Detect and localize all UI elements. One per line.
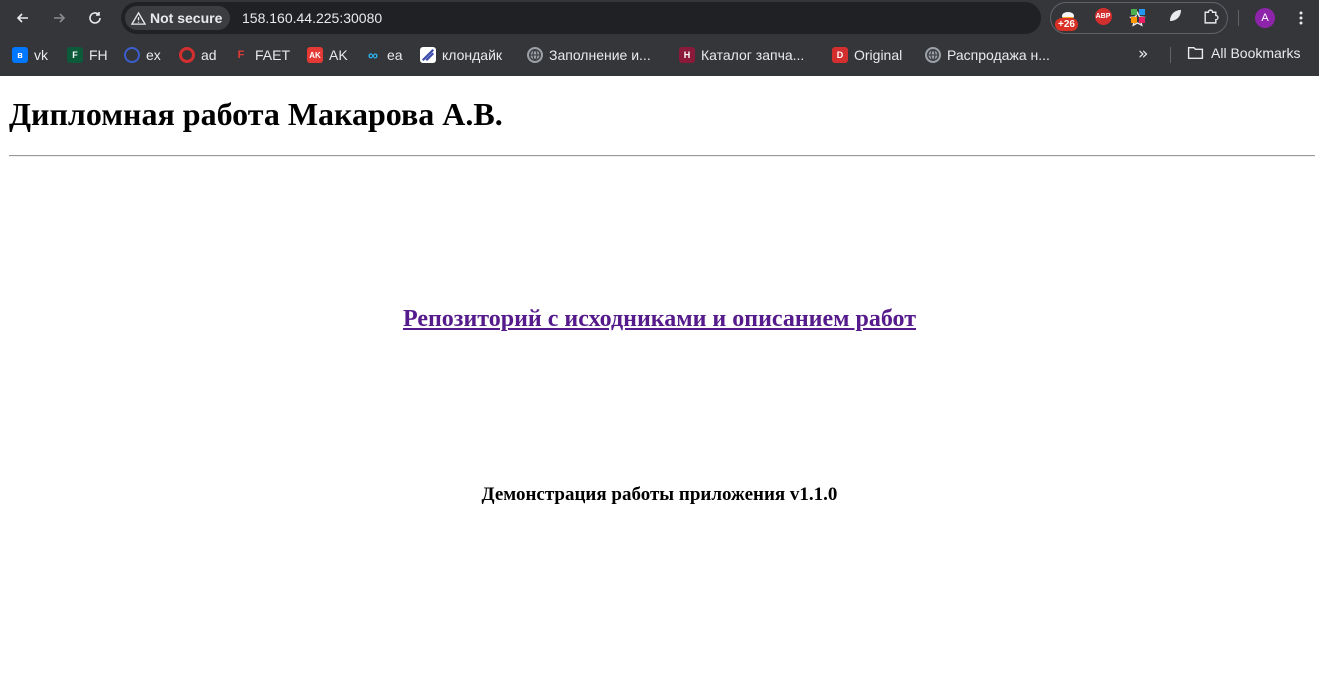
bookmark-ak[interactable]: AK AK — [307, 44, 348, 66]
all-bookmarks-label: All Bookmarks — [1211, 44, 1301, 61]
url-text[interactable]: 158.160.44.225:30080 — [242, 10, 382, 26]
faet-icon: F — [237, 49, 245, 61]
ad-icon — [179, 47, 195, 63]
catalog-icon: H — [679, 47, 695, 63]
bookmark-faet[interactable]: F FAET — [233, 44, 290, 66]
repository-link[interactable]: Репозиторий с исходниками и описанием ра… — [0, 306, 1319, 333]
leaf-icon — [1170, 10, 1181, 21]
globe-icon — [527, 47, 543, 63]
bookmark-label: FH — [89, 47, 108, 63]
bookmark-ea[interactable]: ∞ ea — [365, 44, 403, 66]
arrow-right-icon — [54, 13, 66, 23]
bookmark-sale[interactable]: Распродажа н... — [925, 44, 1050, 66]
profile-avatar[interactable]: A — [1255, 8, 1275, 28]
ex-icon — [124, 47, 140, 63]
bookmark-ad[interactable]: ad — [179, 44, 217, 66]
bookmark-ex[interactable]: ex — [124, 44, 161, 66]
vk-icon: ʙ — [12, 47, 28, 63]
extensions-menu-button[interactable] — [1200, 6, 1220, 26]
more-vert-icon — [1299, 11, 1303, 25]
address-bar[interactable]: Not secure 158.160.44.225:30080 — [121, 2, 1146, 34]
infinity-icon: ∞ — [368, 47, 378, 63]
all-bookmarks-button[interactable]: All Bookmarks — [1187, 44, 1300, 61]
klondike-icon — [420, 47, 436, 63]
adblock-icon: ABP — [1094, 7, 1112, 25]
bookmark-label: ex — [146, 47, 161, 63]
folder-icon — [1187, 47, 1204, 60]
bookmark-original[interactable]: D Original — [832, 44, 902, 66]
demo-version-text: Демонстрация работы приложения v1.1.0 — [481, 484, 838, 505]
bookmark-vk[interactable]: ʙ vk — [12, 44, 48, 66]
grid-extension-icon — [1131, 9, 1145, 23]
bookmark-label: FAET — [255, 47, 291, 63]
bookmark-label: клондайк — [442, 47, 503, 63]
bookmarks-bar: ʙ vk F FH ex ad F FAET AK AK ∞ ea клонда… — [0, 40, 1319, 70]
globe-icon — [925, 47, 941, 63]
security-label: Not secure — [150, 10, 223, 26]
back-button[interactable] — [9, 4, 37, 32]
bookmark-label: Распродажа н... — [947, 47, 1050, 63]
security-chip[interactable]: Not secure — [125, 6, 231, 30]
puzzle-icon — [1203, 8, 1219, 24]
ak-icon: AK — [307, 47, 323, 63]
extension-badge: +26 — [1055, 18, 1078, 31]
bookmark-label: vk — [34, 47, 48, 63]
bookmark-label: ea — [387, 47, 403, 63]
bookmark-parts-catalog[interactable]: H Каталог запча... — [679, 44, 804, 66]
extension-4-button[interactable] — [1165, 6, 1185, 26]
bookmark-label: ad — [201, 47, 217, 63]
bookmark-klondike[interactable]: клондайк — [420, 44, 502, 66]
browser-chrome: Not secure 158.160.44.225:30080 +26 ABP … — [0, 0, 1319, 76]
warning-icon — [131, 11, 146, 25]
page-title: Дипломная работа Макарова А.В. — [9, 96, 503, 132]
arrow-left-icon — [16, 13, 28, 23]
horizontal-rule — [9, 155, 1315, 157]
adblock-extension-button[interactable]: ABP — [1093, 6, 1113, 26]
forward-button[interactable] — [45, 4, 73, 32]
reload-button[interactable] — [81, 4, 109, 32]
bookmark-label: Original — [854, 47, 903, 63]
fh-icon: F — [67, 47, 83, 63]
bookmarks-divider — [1170, 47, 1171, 63]
original-icon: D — [832, 47, 848, 63]
bookmark-fill-in[interactable]: Заполнение и... — [527, 44, 651, 66]
bookmark-label: AK — [329, 47, 348, 63]
bookmark-label: Заполнение и... — [549, 47, 651, 63]
page-content: Дипломная работа Макарова А.В. Репозитор… — [0, 76, 1319, 691]
browser-toolbar: Not secure 158.160.44.225:30080 +26 ABP … — [0, 0, 1319, 36]
browser-menu-button[interactable] — [1290, 6, 1312, 30]
bookmark-fh[interactable]: F FH — [67, 44, 108, 66]
toolbar-divider — [1238, 10, 1239, 26]
extension-3-button[interactable] — [1128, 6, 1148, 26]
reload-icon — [89, 12, 101, 24]
bookmarks-overflow-button[interactable]: » — [1138, 44, 1148, 64]
bookmark-label: Каталог запча... — [701, 47, 805, 63]
